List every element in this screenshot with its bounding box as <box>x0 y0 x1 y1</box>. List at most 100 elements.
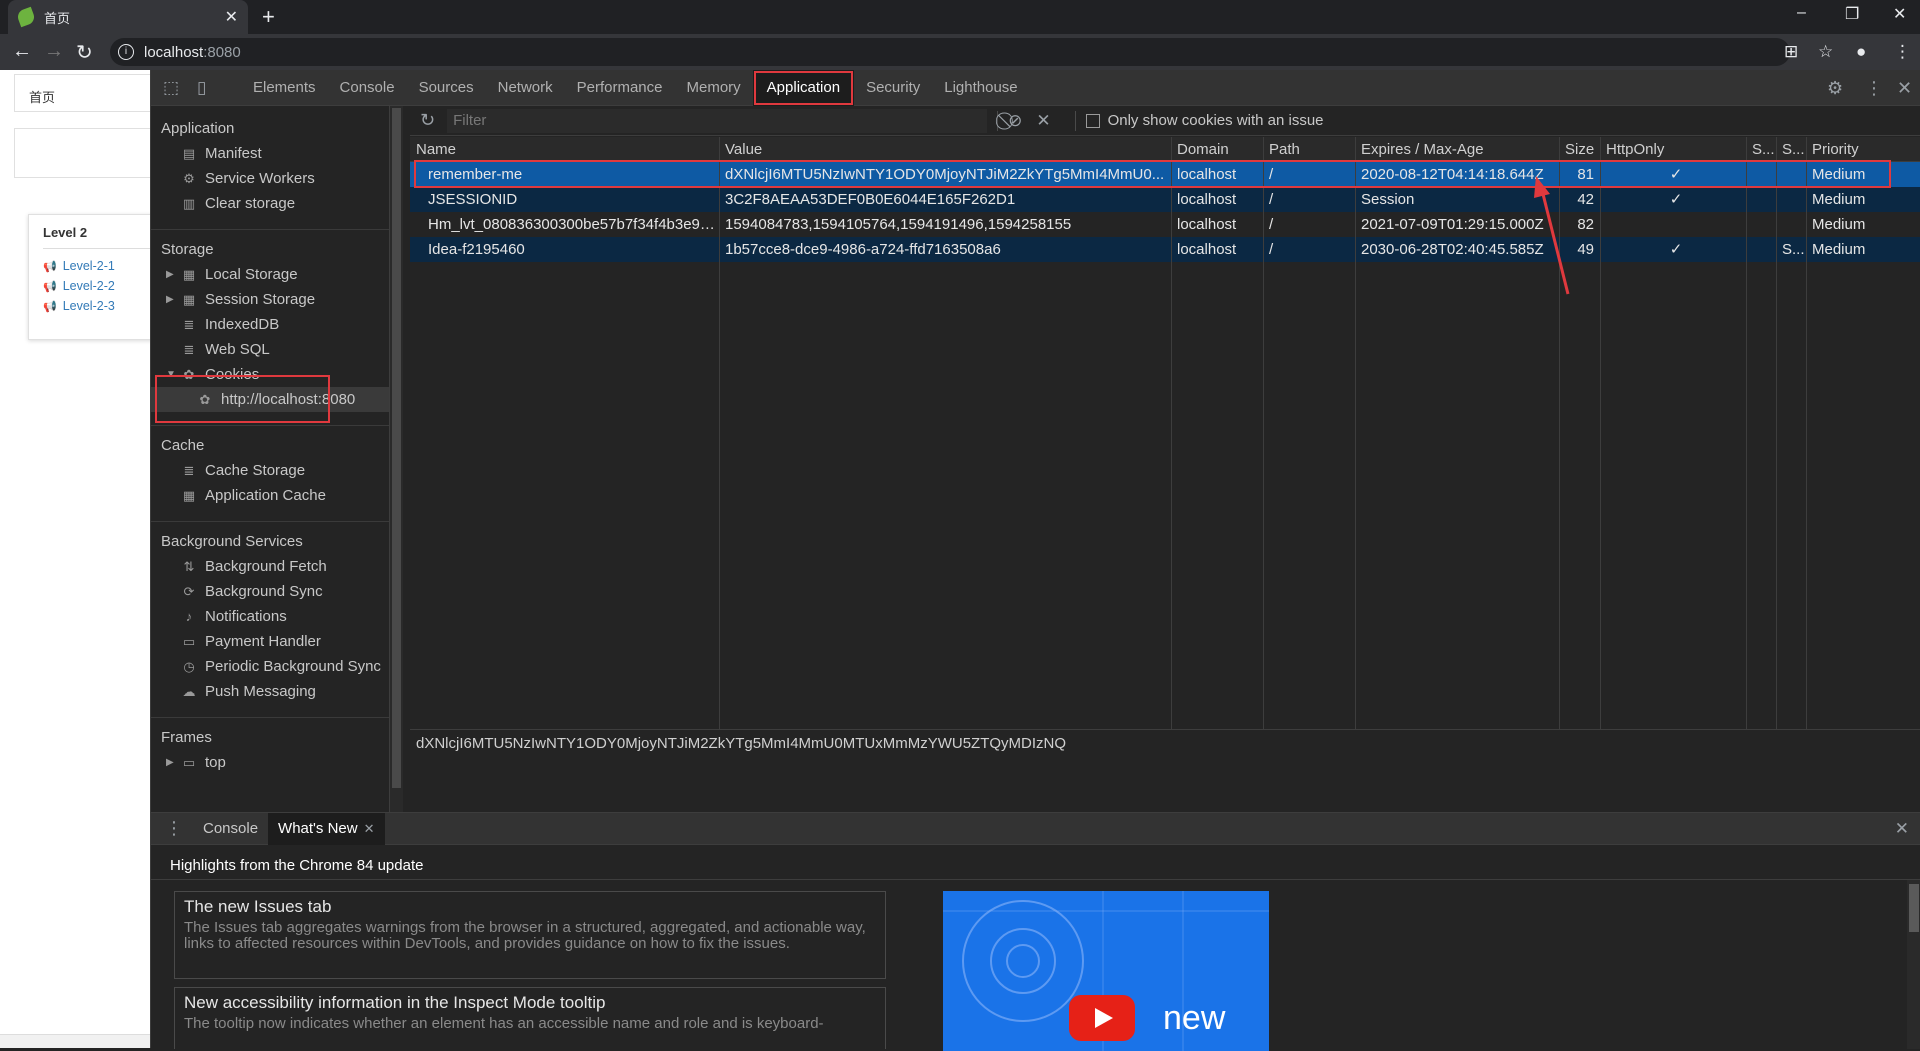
table-row[interactable]: JSESSIONID 3C2F8AEAA53DEF0B0E6044E165F26… <box>410 187 1920 212</box>
tab-application[interactable]: Application <box>752 70 855 106</box>
sidebar-item-clear-storage[interactable]: ▥ Clear storage <box>151 191 391 216</box>
sidebar-item-notifications[interactable]: ♪ Notifications <box>151 604 391 629</box>
tab-security[interactable]: Security <box>854 70 932 106</box>
profile-icon[interactable]: ● <box>1856 42 1866 62</box>
drawer-tab-console[interactable]: Console <box>193 813 268 845</box>
sidebar-item-periodic-background-sync[interactable]: ◷ Periodic Background Sync <box>151 654 391 679</box>
refresh-icon[interactable]: ↻ <box>420 110 435 131</box>
new-tab-icon[interactable]: + <box>262 4 275 30</box>
delete-selected-icon[interactable]: ✕ <box>1036 111 1050 131</box>
cell-name: remember-me <box>428 166 523 183</box>
back-icon[interactable]: ← <box>12 40 32 63</box>
news-item[interactable]: The new Issues tab The Issues tab aggreg… <box>174 891 886 979</box>
inspect-element-icon[interactable]: ⬚ <box>163 78 179 98</box>
database-icon: ≣ <box>183 342 195 357</box>
cell-domain: localhost <box>1177 241 1237 258</box>
sidebar-item-background-fetch[interactable]: ⇅ Background Fetch <box>151 554 391 579</box>
breadcrumb[interactable]: 首页 <box>14 74 150 112</box>
col-value[interactable]: Value <box>719 137 1171 162</box>
cell-value: 1594084783,1594105764,1594191496,1594258… <box>725 216 1072 233</box>
translate-icon[interactable]: ⊞ <box>1784 42 1798 62</box>
tab-elements[interactable]: Elements <box>241 70 328 106</box>
promo-text: new <box>1163 999 1226 1037</box>
col-path[interactable]: Path <box>1263 137 1355 162</box>
sidebar-item-cache-storage[interactable]: ≣ Cache Storage <box>151 458 391 483</box>
url-field[interactable]: i localhost:8080 <box>110 38 1790 66</box>
col-name[interactable]: Name <box>410 137 719 162</box>
table-row[interactable]: Idea-f2195460 1b57cce8-dce9-4986-a724-ff… <box>410 237 1920 262</box>
sidebar-item-background-sync[interactable]: ⟳ Background Sync <box>151 579 391 604</box>
reload-icon[interactable]: ↻ <box>76 40 93 65</box>
sidebar-item-frame-top[interactable]: ▶ ▭ top <box>151 750 391 775</box>
expand-arrow-icon[interactable]: ▶ <box>166 750 174 775</box>
browser-tab[interactable]: 首页 ✕ <box>8 0 248 34</box>
drawer-tab-whats-new[interactable]: What's New ✕ <box>268 812 385 845</box>
cell-name: Idea-f2195460 <box>428 241 525 258</box>
sidebar-item-cookie-origin[interactable]: ✿ http://localhost:8080 <box>151 387 391 412</box>
link-level-2-2[interactable]: 📢 Level-2-2 <box>43 277 150 297</box>
cell-samesite <box>1776 162 1806 187</box>
sidebar-item-application-cache[interactable]: ▦ Application Cache <box>151 483 391 508</box>
col-secure[interactable]: S... <box>1746 137 1776 162</box>
tab-performance[interactable]: Performance <box>565 70 675 106</box>
tab-memory[interactable]: Memory <box>675 70 753 106</box>
clear-all-icon[interactable]: ⃠⊘ <box>1008 111 1022 131</box>
youtube-play-icon[interactable] <box>1069 995 1135 1041</box>
bookmark-star-icon[interactable]: ☆ <box>1818 42 1833 62</box>
bell-icon: ♪ <box>185 609 193 624</box>
device-toolbar-icon[interactable]: ▯ <box>197 78 206 98</box>
drawer-close-icon[interactable]: ✕ <box>1895 819 1909 839</box>
sidebar-item-session-storage[interactable]: ▶ ▦ Session Storage <box>151 287 391 312</box>
sidebar-item-cookies[interactable]: ▼ ✿ Cookies <box>151 362 391 387</box>
tab-console[interactable]: Console <box>328 70 407 106</box>
col-domain[interactable]: Domain <box>1171 137 1263 162</box>
tab-network[interactable]: Network <box>486 70 565 106</box>
table-row[interactable]: Hm_lvt_080836300300be57b7f34f4b3e97... 1… <box>410 212 1920 237</box>
tab-lighthouse[interactable]: Lighthouse <box>932 70 1029 106</box>
sidebar-item-service-workers[interactable]: ⚙ Service Workers <box>151 166 391 191</box>
window-close-icon[interactable]: ✕ <box>1893 4 1906 24</box>
devtools-menu-icon[interactable]: ⋮ <box>1865 78 1883 99</box>
col-expires[interactable]: Expires / Max-Age <box>1355 137 1559 162</box>
video-thumbnail[interactable]: new <box>943 891 1269 1051</box>
col-priority[interactable]: Priority <box>1806 137 1920 162</box>
sidebar-item-local-storage[interactable]: ▶ ▦ Local Storage <box>151 262 391 287</box>
issue-filter-checkbox[interactable] <box>1085 113 1100 128</box>
link-level-2-3[interactable]: 📢 Level-2-3 <box>43 297 150 317</box>
cookies-panel: ↻ Filter ⃠⊘ ✕ Only show cookies with an … <box>410 106 1920 812</box>
forward-icon[interactable]: → <box>44 40 64 63</box>
link-level-2-1[interactable]: 📢 Level-2-1 <box>43 257 150 277</box>
cell-domain: localhost <box>1177 191 1237 208</box>
restore-icon[interactable]: ❐ <box>1845 4 1859 24</box>
col-samesite[interactable]: S... <box>1776 137 1806 162</box>
drawer-menu-icon[interactable]: ⋮ <box>165 818 183 839</box>
col-httponly[interactable]: HttpOnly <box>1600 137 1746 162</box>
devtools-close-icon[interactable]: ✕ <box>1897 78 1912 99</box>
cell-path: / <box>1269 191 1274 208</box>
col-size[interactable]: Size <box>1559 137 1600 162</box>
cell-expires: 2021-07-09T01:29:15.000Z <box>1361 216 1544 233</box>
sidebar-item-indexeddb[interactable]: ≣ IndexedDB <box>151 312 391 337</box>
page-horizontal-scrollbar[interactable] <box>0 1034 150 1048</box>
sidebar-scrollbar[interactable] <box>389 106 403 812</box>
browser-menu-icon[interactable]: ⋮ <box>1894 42 1911 62</box>
news-item[interactable]: New accessibility information in the Ins… <box>174 987 886 1049</box>
site-info-icon[interactable]: i <box>118 44 134 60</box>
tab-close-icon[interactable]: ✕ <box>225 7 238 27</box>
sidebar-item-push-messaging[interactable]: ☁ Push Messaging <box>151 679 391 704</box>
sidebar-item-web-sql[interactable]: ≣ Web SQL <box>151 337 391 362</box>
expand-arrow-icon[interactable]: ▶ <box>166 287 174 312</box>
whats-new-heading: Highlights from the Chrome 84 update <box>170 857 424 874</box>
sidebar-item-manifest[interactable]: ▤ Manifest <box>151 141 391 166</box>
filter-input[interactable]: Filter <box>447 108 988 133</box>
tab-sources[interactable]: Sources <box>407 70 486 106</box>
section-application: Application <box>161 120 235 137</box>
sidebar-item-payment-handler[interactable]: ▭ Payment Handler <box>151 629 391 654</box>
collapse-arrow-icon[interactable]: ▼ <box>166 362 176 387</box>
table-row[interactable]: remember-me dXNlcjI6MTU5NzIwNTY1ODY0Mjoy… <box>410 162 1920 187</box>
expand-arrow-icon[interactable]: ▶ <box>166 262 174 287</box>
close-tab-icon[interactable]: ✕ <box>364 821 375 836</box>
settings-gear-icon[interactable]: ⚙ <box>1827 78 1843 99</box>
minimize-icon[interactable]: – <box>1797 4 1806 22</box>
drawer-scrollbar[interactable] <box>1907 880 1920 1049</box>
